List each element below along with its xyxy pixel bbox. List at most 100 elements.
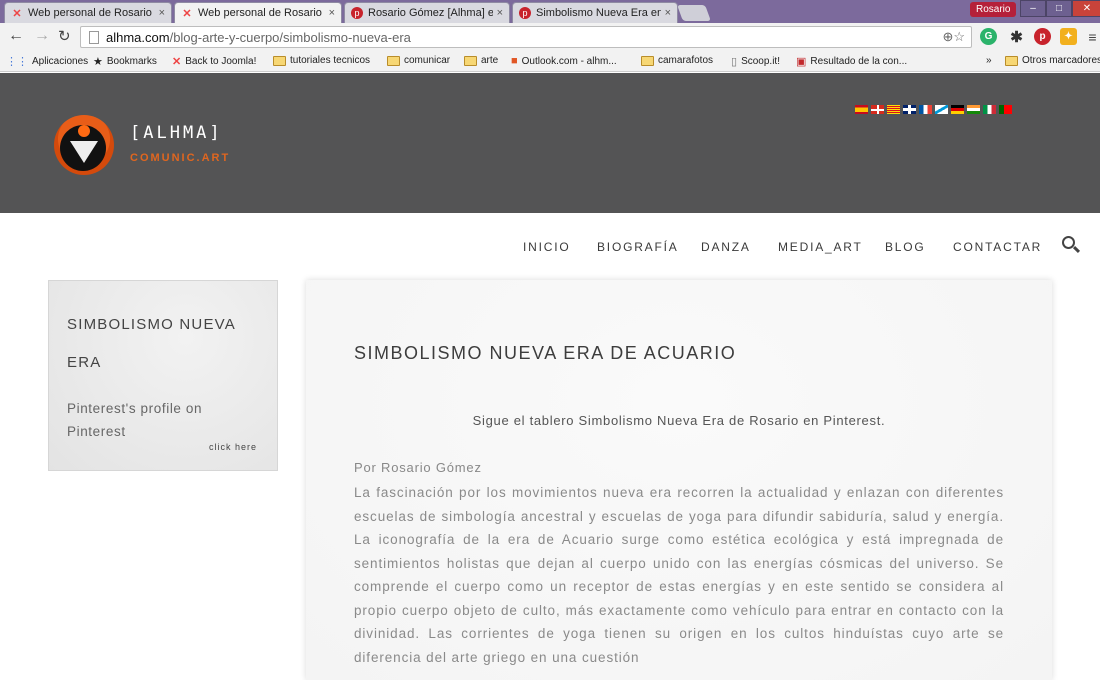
- back-arrow-icon[interactable]: ←: [8, 27, 24, 45]
- grammarly-extension-icon[interactable]: G: [980, 28, 997, 45]
- sidebar-title: SIMBOLISMO NUEVA ERA: [67, 316, 236, 371]
- close-window-button[interactable]: ✕: [1072, 0, 1100, 17]
- bookmark-label: tutoriales tecnicos: [290, 55, 371, 66]
- pinterest-icon: p: [519, 7, 531, 19]
- bookmark-label: Scoop.it!: [741, 56, 780, 67]
- flag-gb-icon[interactable]: [903, 105, 916, 114]
- bookmark-label: Resultado de la con...: [810, 56, 908, 67]
- alhma-logo-icon[interactable]: [54, 115, 114, 175]
- page-icon: [89, 30, 99, 44]
- bookmark-label: Bookmarks: [106, 56, 157, 67]
- bookmarks-overflow[interactable]: »: [986, 55, 992, 66]
- bookmark-resultado[interactable]: ▣ Resultado de la con...: [796, 55, 907, 68]
- nav-biografia[interactable]: BIOGRAFÍA: [597, 240, 679, 254]
- gear-extension-icon[interactable]: ✱: [1008, 28, 1025, 46]
- bookmark-arte[interactable]: arte: [464, 55, 498, 66]
- nav-danza[interactable]: DANZA: [701, 240, 751, 254]
- search-icon[interactable]: [1062, 236, 1081, 254]
- browser-toolbar: ← → ↻ alhma.com/blog-arte-y-cuerpo/simbo…: [0, 23, 1100, 52]
- nav-blog[interactable]: BLOG: [885, 240, 926, 254]
- flag-fr-icon[interactable]: [919, 105, 932, 114]
- flag-es-icon[interactable]: [855, 105, 868, 114]
- reload-icon[interactable]: ↻: [58, 27, 71, 45]
- bookmark-bookmarks[interactable]: ★ Bookmarks: [93, 55, 157, 68]
- bookmark-comunicar[interactable]: comunicar: [387, 55, 450, 66]
- extension-icon[interactable]: ✦: [1060, 28, 1077, 45]
- bookmark-label: comunicar: [404, 55, 451, 66]
- nav-media-art[interactable]: MEDIA_ART: [778, 240, 863, 254]
- browser-tab[interactable]: p Rosario Gómez [Alhma] e ×: [344, 2, 510, 23]
- folder-icon: [641, 55, 654, 66]
- tab-title: Web personal de Rosario: [28, 7, 152, 19]
- window-controls: – □ ✕: [1020, 0, 1100, 17]
- bookmark-label: arte: [481, 55, 499, 66]
- minimize-button[interactable]: –: [1020, 0, 1046, 17]
- forward-arrow-icon[interactable]: →: [34, 27, 50, 45]
- pinterest-follow-link[interactable]: Sigue el tablero Simbolismo Nueva Era de…: [306, 413, 1052, 428]
- flag-gl-icon[interactable]: [935, 105, 948, 114]
- apps-grid-icon: ⋮⋮: [6, 56, 28, 68]
- flag-de-icon[interactable]: [951, 105, 964, 114]
- folder-icon: [273, 55, 286, 66]
- click-here-link[interactable]: click here: [209, 442, 257, 452]
- browser-tab[interactable]: ✕ Web personal de Rosario ×: [4, 2, 172, 23]
- article-title: SIMBOLISMO NUEVA ERA DE ACUARIO: [354, 343, 737, 363]
- result-icon: ▣: [796, 56, 807, 68]
- main-nav: INICIO BIOGRAFÍA DANZA MEDIA_ART BLOG CO…: [0, 240, 1100, 256]
- bookmark-label: Aplicaciones: [32, 56, 89, 67]
- folder-icon: [1005, 55, 1018, 66]
- outlook-icon: ■: [511, 55, 518, 67]
- site-logo-subtitle: COMUNIC.ART: [130, 152, 231, 164]
- bookmark-otros-marcadores[interactable]: Otros marcadores: [1005, 55, 1100, 66]
- url-path: /blog-arte-y-cuerpo/simbolismo-nueva-era: [169, 29, 411, 45]
- tab-title: Web personal de Rosario: [198, 7, 322, 19]
- close-tab-icon[interactable]: ×: [329, 7, 335, 19]
- sidebar-pinterest-widget: SIMBOLISMO NUEVA ERA Pinterest's profile…: [48, 280, 278, 471]
- folder-icon: [387, 55, 400, 66]
- joomla-icon: ✕: [182, 7, 192, 20]
- bookmark-camarafotos[interactable]: camarafotos: [641, 55, 713, 66]
- profile-badge[interactable]: Rosario: [970, 2, 1017, 17]
- bookmark-label: camarafotos: [658, 55, 714, 66]
- nav-contactar[interactable]: CONTACTAR: [953, 240, 1042, 254]
- browser-tab[interactable]: p Simbolismo Nueva Era en ×: [512, 2, 678, 23]
- folder-icon: [464, 55, 477, 66]
- page-icon: ▯: [731, 56, 738, 68]
- flag-in-icon[interactable]: [967, 105, 980, 114]
- bookmark-label: Back to Joomla!: [185, 56, 257, 67]
- new-tab-button[interactable]: [677, 5, 711, 21]
- star-icon: ★: [93, 56, 103, 68]
- bookmark-scoopit[interactable]: ▯ Scoop.it!: [731, 55, 780, 68]
- site-logo-title[interactable]: [ALHMA]: [130, 123, 223, 143]
- tab-title: Rosario Gómez [Alhma] e: [368, 7, 493, 19]
- flag-it-icon[interactable]: [983, 105, 996, 114]
- article-body: La fascinación por los movimientos nueva…: [354, 485, 1004, 665]
- bookmark-back-to-joomla[interactable]: ✕ Back to Joomla!: [172, 55, 256, 68]
- bookmark-tutoriales[interactable]: tutoriales tecnicos: [273, 55, 370, 66]
- zoom-bookmark-star-icon[interactable]: ⊕☆: [942, 29, 965, 45]
- flag-eu-icon[interactable]: [871, 105, 884, 114]
- joomla-icon: ✕: [172, 56, 182, 68]
- browser-tab-active[interactable]: ✕ Web personal de Rosario ×: [174, 2, 342, 23]
- maximize-button[interactable]: □: [1046, 0, 1072, 17]
- pinterest-extension-icon[interactable]: p: [1034, 28, 1051, 45]
- flag-ca-icon[interactable]: [887, 105, 900, 114]
- joomla-icon: ✕: [12, 7, 22, 20]
- article-card: SIMBOLISMO NUEVA ERA DE ACUARIO Sigue el…: [306, 280, 1052, 680]
- bookmarks-bar: ⋮⋮ Aplicaciones ★ Bookmarks ✕ Back to Jo…: [0, 52, 1100, 72]
- overflow-icon: »: [986, 55, 992, 66]
- close-tab-icon[interactable]: ×: [497, 7, 503, 19]
- nav-inicio[interactable]: INICIO: [523, 240, 570, 254]
- bookmark-outlook[interactable]: ■ Outlook.com - alhm...: [511, 55, 617, 67]
- close-tab-icon[interactable]: ×: [159, 7, 165, 19]
- menu-icon[interactable]: ≡: [1084, 28, 1100, 45]
- bookmark-apps[interactable]: ⋮⋮ Aplicaciones: [6, 55, 88, 68]
- flag-pt-icon[interactable]: [999, 105, 1012, 114]
- address-bar[interactable]: alhma.com/blog-arte-y-cuerpo/simbolismo-…: [80, 26, 972, 48]
- close-tab-icon[interactable]: ×: [665, 7, 671, 19]
- site-header: [ALHMA] COMUNIC.ART: [0, 73, 1100, 213]
- sidebar-profile-link[interactable]: Pinterest's profile on Pinterest: [67, 397, 257, 443]
- language-flags: [855, 105, 1012, 114]
- article-byline: Por Rosario Gómez: [354, 460, 482, 475]
- browser-tab-bar: ✕ Web personal de Rosario × ✕ Web person…: [0, 0, 1100, 23]
